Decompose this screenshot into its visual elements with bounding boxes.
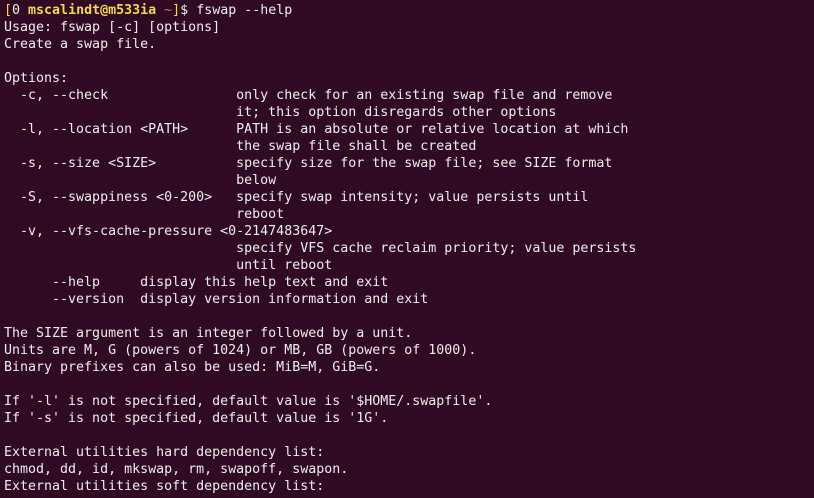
prompt-symbol: $ bbox=[180, 3, 197, 18]
output-line: -s, --size <SIZE> specify size for the s… bbox=[4, 156, 613, 171]
output-line: -v, --vfs-cache-pressure <0-2147483647> bbox=[4, 224, 333, 239]
output-line: If '-l' is not specified, default value … bbox=[4, 394, 493, 409]
output-line: -S, --swappiness <0-200> specify swap in… bbox=[4, 190, 589, 205]
prompt-command: fswap --help bbox=[196, 3, 293, 18]
terminal-window[interactable]: [0 mscalindt@m533ia ~]$ fswap --help Usa… bbox=[0, 0, 814, 498]
output-line: the swap file shall be created bbox=[4, 139, 477, 154]
output-line: it; this option disregards other options bbox=[4, 105, 557, 120]
output-line: Create a swap file. bbox=[4, 37, 157, 52]
output-line: Binary prefixes can also be used: MiB=M,… bbox=[4, 360, 381, 375]
output-line: External utilities hard dependency list: bbox=[4, 445, 325, 460]
output-line: Usage: fswap [-c] [options] bbox=[4, 20, 221, 35]
output-line: reboot bbox=[4, 207, 285, 222]
prompt-open-bracket: [ bbox=[4, 3, 13, 18]
prompt-close-bracket: ] bbox=[172, 3, 181, 18]
prompt-line: [0 mscalindt@m533ia ~]$ fswap --help bbox=[4, 2, 814, 19]
prompt-user-host: mscalindt@m533ia bbox=[20, 3, 165, 18]
command-output: Usage: fswap [-c] [options] Create a swap… bbox=[4, 19, 814, 495]
prompt-cwd: ~ bbox=[164, 3, 173, 18]
prompt-exit-status: 0 bbox=[12, 3, 21, 18]
output-line: until reboot bbox=[4, 258, 333, 273]
output-line: specify VFS cache reclaim priority; valu… bbox=[4, 241, 637, 256]
output-line: If '-s' is not specified, default value … bbox=[4, 411, 389, 426]
output-line: Options: bbox=[4, 71, 69, 86]
output-line: External utilities soft dependency list: bbox=[4, 479, 325, 494]
output-line: below bbox=[4, 173, 277, 188]
output-line: -l, --location <PATH> PATH is an absolut… bbox=[4, 122, 629, 137]
output-line: --version display version information an… bbox=[4, 292, 429, 307]
output-line: The SIZE argument is an integer followed… bbox=[4, 326, 413, 341]
output-line: --help display this help text and exit bbox=[4, 275, 389, 290]
output-line: chmod, dd, id, mkswap, rm, swapoff, swap… bbox=[4, 462, 349, 477]
output-line: Units are M, G (powers of 1024) or MB, G… bbox=[4, 343, 477, 358]
output-line: -c, --check only check for an existing s… bbox=[4, 88, 613, 103]
